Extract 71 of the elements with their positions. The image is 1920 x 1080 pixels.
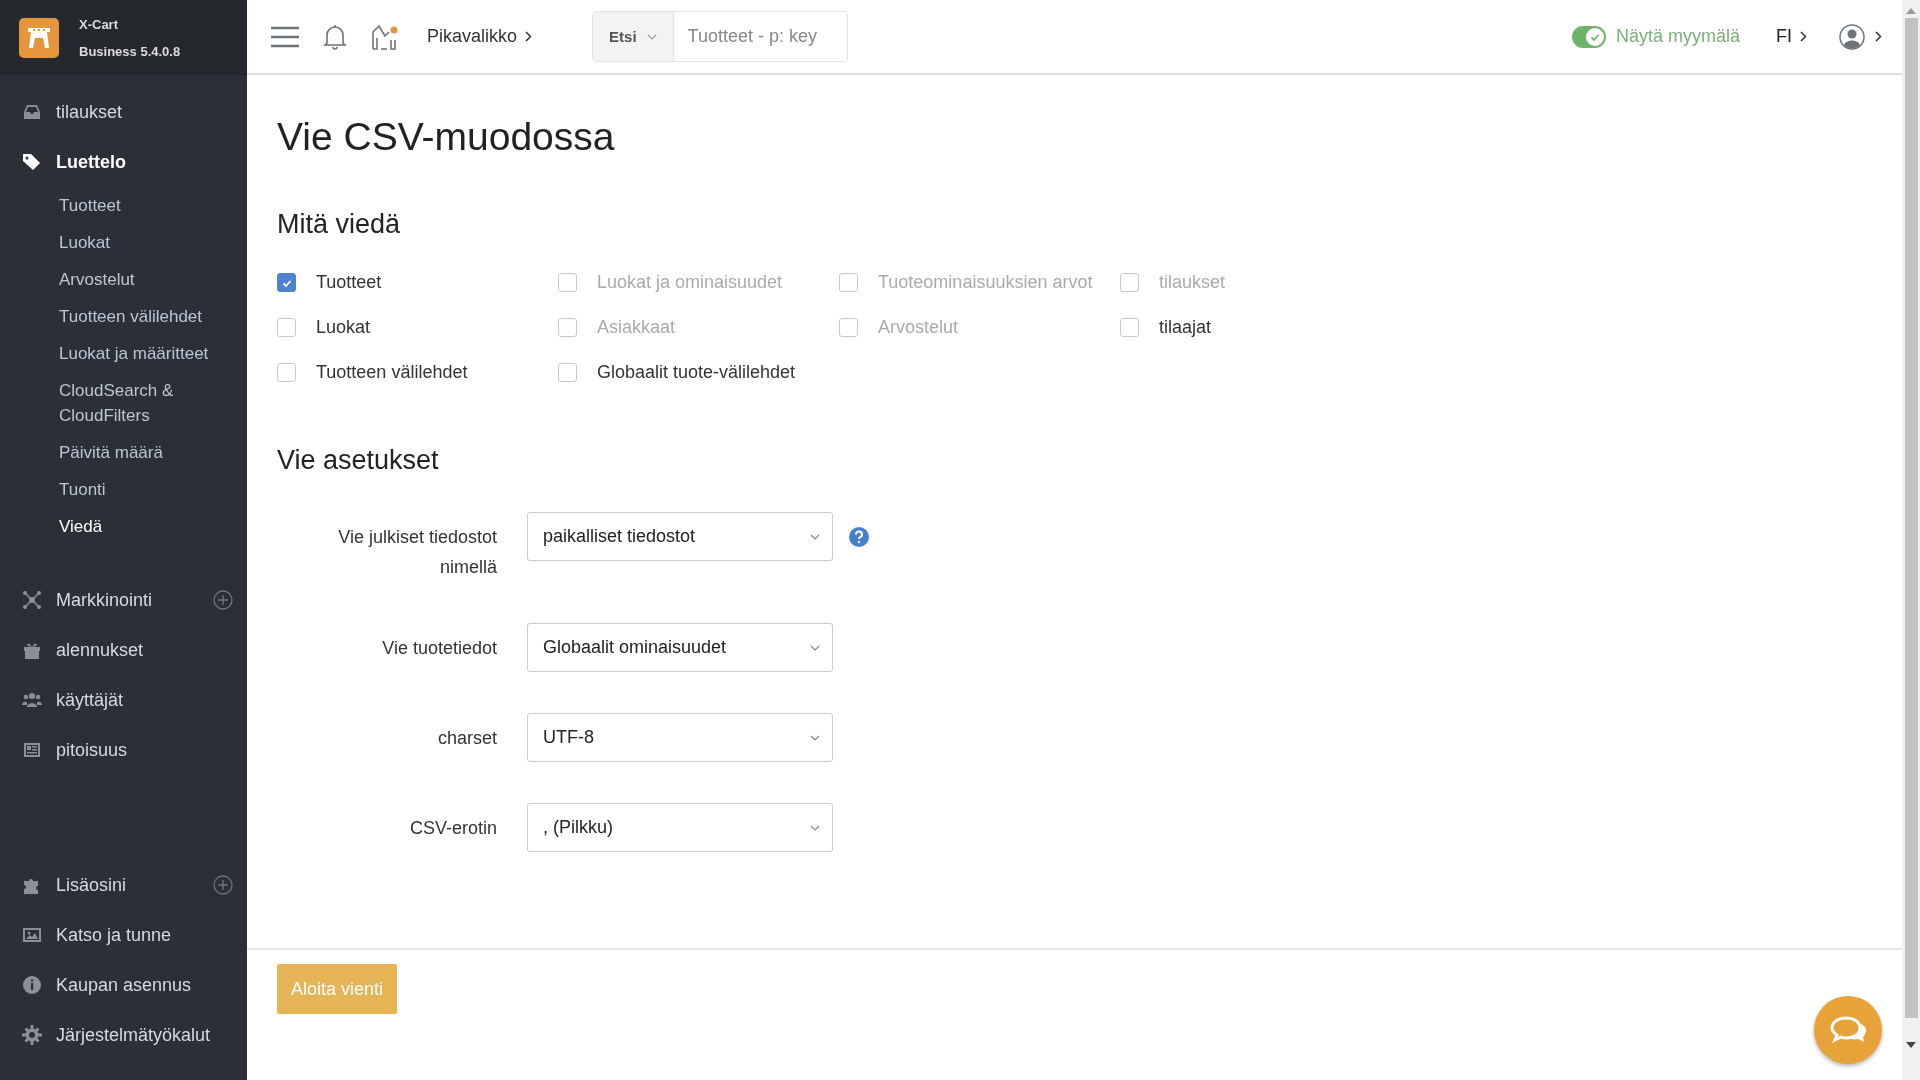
- search-scope-dropdown[interactable]: Etsi: [593, 12, 674, 61]
- section-title: Mitä viedä: [277, 209, 402, 240]
- quick-menu[interactable]: Pikavalikko: [427, 26, 533, 47]
- field-label: Vie julkiset tiedostot nimellä: [337, 526, 497, 579]
- checkbox-option[interactable]: Tuotteen välilehdet: [277, 362, 558, 383]
- chevron-down-icon: [646, 33, 657, 40]
- scrollbar-thumb[interactable]: [1904, 18, 1918, 1018]
- sidebar-item[interactable]: pitoisuus: [0, 725, 247, 775]
- brand-version: Business 5.4.0.8: [79, 43, 181, 59]
- checkbox-option[interactable]: tilaajat: [1120, 317, 1401, 338]
- inbox-icon: [22, 102, 42, 122]
- sidebar-subitem[interactable]: Luokat: [0, 224, 247, 261]
- user-avatar-icon: [1839, 23, 1865, 50]
- page-title: Vie CSV-muodossa: [277, 115, 616, 159]
- sidebar-item[interactable]: Katso ja tunne: [0, 910, 247, 960]
- sidebar-item[interactable]: Järjestelmätyökalut: [0, 1010, 247, 1060]
- users-icon: [22, 690, 42, 710]
- network-icon: [22, 590, 42, 610]
- chart-icon[interactable]: [371, 23, 399, 50]
- sidebar-subitem[interactable]: Tuonti: [0, 471, 247, 508]
- field-label: charset: [436, 727, 497, 750]
- sidebar-subitem[interactable]: CloudSearch & CloudFilters: [0, 372, 247, 434]
- field-label: CSV-erotin: [408, 817, 497, 840]
- sidebar-item[interactable]: Lisäosini: [0, 860, 247, 910]
- checkbox-option[interactable]: Luokat: [277, 317, 558, 338]
- help-icon[interactable]: [849, 527, 869, 547]
- select-field[interactable]: UTF-8: [527, 713, 833, 762]
- plus-icon[interactable]: [213, 590, 233, 610]
- sidebar-subitem[interactable]: Tuotteet: [0, 187, 247, 224]
- brand-name: X-Cart: [79, 16, 119, 32]
- field-label: Vie tuotetiedot: [381, 637, 497, 660]
- chevron-down-icon: [810, 533, 820, 540]
- chevron-right-icon: [1875, 31, 1882, 42]
- sidebar-item[interactable]: Luettelo: [0, 137, 247, 187]
- checkbox-option[interactable]: Tuotteet: [277, 272, 558, 293]
- image-icon: [22, 925, 42, 945]
- select-field[interactable]: , (Pilkku): [527, 803, 833, 852]
- menu-icon[interactable]: [271, 25, 299, 48]
- sidebar-item[interactable]: Kaupan asennus: [0, 960, 247, 1010]
- select-field[interactable]: Globaalit ominaisuudet: [527, 623, 833, 672]
- sidebar-subitem[interactable]: Päivitä määrä: [0, 434, 247, 471]
- user-menu[interactable]: [1839, 23, 1882, 50]
- scroll-up-icon[interactable]: [1906, 8, 1916, 14]
- bell-icon[interactable]: [323, 23, 347, 50]
- chevron-down-icon: [810, 824, 820, 831]
- sidebar-subitem[interactable]: Viedä: [0, 508, 247, 545]
- chevron-down-icon: [810, 734, 820, 741]
- logo-icon: [19, 17, 59, 58]
- chevron-right-icon: [525, 31, 533, 42]
- sidebar-subitem[interactable]: Luokat ja määritteet: [0, 335, 247, 372]
- chat-button[interactable]: [1814, 996, 1882, 1064]
- scroll-down-icon[interactable]: [1906, 1042, 1916, 1048]
- chevron-down-icon: [810, 644, 820, 651]
- tags-icon: [22, 152, 42, 172]
- gear-icon: [22, 1025, 42, 1045]
- news-icon: [22, 740, 42, 760]
- chevron-right-icon: [1800, 31, 1807, 42]
- info-icon: [22, 975, 42, 995]
- language-menu[interactable]: FI: [1776, 26, 1807, 47]
- sidebar-subitem[interactable]: Tuotteen välilehdet: [0, 298, 247, 335]
- select-field[interactable]: paikalliset tiedostot: [527, 512, 833, 561]
- plus-icon[interactable]: [213, 875, 233, 895]
- section-title: Vie asetukset: [277, 445, 440, 476]
- sidebar-item[interactable]: alennukset: [0, 625, 247, 675]
- sidebar-subitem[interactable]: Arvostelut: [0, 261, 247, 298]
- sidebar-item[interactable]: tilaukset: [0, 87, 247, 137]
- scrollbar[interactable]: [1902, 0, 1920, 1080]
- checkbox-option[interactable]: Globaalit tuote-välilehdet: [558, 362, 839, 383]
- sidebar-item[interactable]: käyttäjät: [0, 675, 247, 725]
- sidebar-item[interactable]: Markkinointi: [0, 575, 247, 625]
- search-field[interactable]: Etsi Tuotteet - p: key: [592, 11, 848, 62]
